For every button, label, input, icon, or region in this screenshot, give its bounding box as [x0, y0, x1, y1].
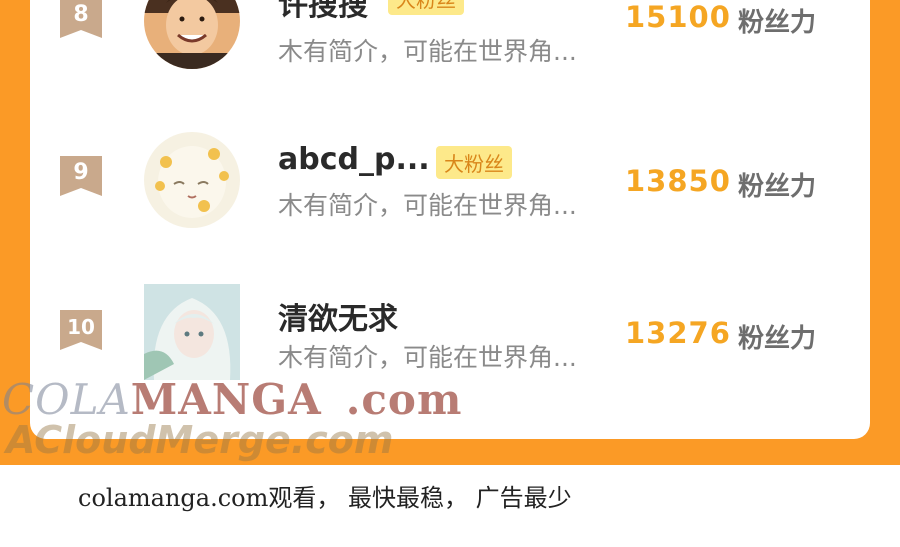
fan-score: 13276: [625, 316, 731, 350]
fan-score-unit: 粉丝力: [738, 172, 817, 202]
user-name[interactable]: 清欲无求: [278, 294, 398, 338]
user-name[interactable]: abcd_p...: [278, 142, 430, 177]
rank-tag: 9: [60, 156, 102, 196]
watermark-part1: COLA: [2, 375, 131, 424]
list-item[interactable]: 9 abcd_p... 大粉丝 木有简介，可能在世界角... 13850 粉丝力: [30, 120, 870, 240]
avatar-man-smiling-icon: [144, 0, 240, 69]
list-item[interactable]: 10 清欲无求 木有简介，可能在世界角... 13276 粉丝力: [30, 272, 870, 392]
fan-level-badge: 大粉丝: [436, 146, 512, 179]
rank-tag: 10: [60, 310, 102, 350]
watermark-colamanga: COLAMANGA .com: [2, 375, 462, 424]
fan-ranking-card: 8 许搜搜 大粉丝 木有简介，可能在世界角... 15100 粉丝力 9 abc…: [30, 0, 870, 439]
list-item[interactable]: 8 许搜搜 大粉丝 木有简介，可能在世界角... 15100 粉丝力: [30, 0, 870, 88]
avatar[interactable]: [144, 132, 240, 228]
user-bio: 木有简介，可能在世界角...: [278, 191, 577, 220]
watermark-acloudmerge: ACloudMerge.com: [6, 418, 394, 462]
fan-score-unit: 粉丝力: [738, 8, 817, 38]
fan-score-unit: 粉丝力: [738, 324, 817, 354]
avatar-anime-flowers-icon: [144, 132, 240, 228]
watermark-part3: .com: [345, 375, 463, 424]
avatar-anime-girl-icon: [144, 284, 240, 380]
user-bio: 木有简介，可能在世界角...: [278, 343, 577, 372]
footer-caption: colamanga.com观看， 最快最稳， 广告最少: [78, 484, 572, 512]
fan-score: 15100: [625, 0, 731, 34]
rank-tag: 8: [60, 0, 102, 38]
avatar[interactable]: [144, 284, 240, 380]
watermark-part2: MANGA: [130, 375, 322, 424]
avatar[interactable]: [144, 0, 240, 69]
user-bio: 木有简介，可能在世界角...: [278, 37, 577, 66]
fan-level-badge: 大粉丝: [388, 0, 464, 15]
user-name[interactable]: 许搜搜: [278, 0, 368, 24]
fan-score: 13850: [625, 164, 731, 198]
